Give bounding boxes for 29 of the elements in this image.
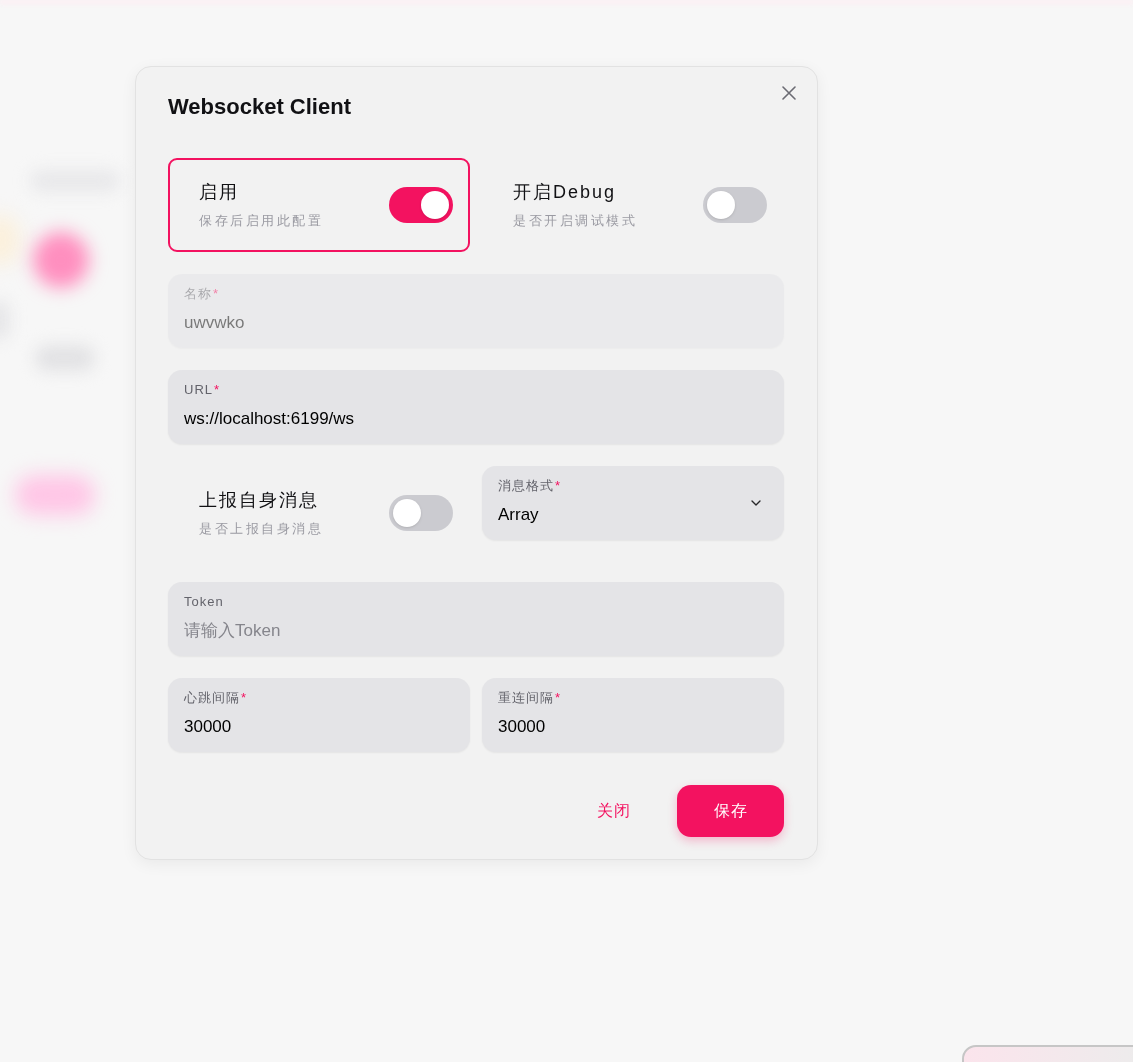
value-input[interactable]: ws://localhost:6199/ws xyxy=(184,405,768,433)
value-input[interactable]: 请输入Token xyxy=(184,617,768,645)
value-input[interactable]: 30000 xyxy=(184,713,454,741)
setting-description: 保存后启用此配置 xyxy=(199,212,323,230)
setting-title: 开启Debug xyxy=(513,181,618,204)
text-field[interactable]: URL* ws://localhost:6199/ws xyxy=(168,370,784,444)
value-input[interactable]: 30000 xyxy=(498,713,768,741)
text-field[interactable]: 重连间隔* 30000 xyxy=(482,678,784,752)
field-label: 消息格式* xyxy=(498,477,562,495)
select-value: Array xyxy=(498,504,540,526)
setting-description: 是否上报自身消息 xyxy=(199,520,323,538)
close-icon xyxy=(782,86,796,100)
select-field[interactable]: 消息格式* Array xyxy=(482,466,784,540)
setting-description: 是否开启调试模式 xyxy=(513,212,637,230)
save-button[interactable]: 保存 xyxy=(677,785,784,837)
field-label: 心跳间隔* xyxy=(184,689,249,707)
field-label: Token xyxy=(184,593,225,611)
dialog-title: Websocket Client xyxy=(168,93,351,121)
text-field[interactable]: 心跳间隔* 30000 xyxy=(168,678,470,752)
toggle-switch[interactable] xyxy=(703,187,767,223)
toggle-switch[interactable] xyxy=(389,495,453,531)
close-text-button[interactable]: 关闭 xyxy=(576,785,652,837)
setting-title: 上报自身消息 xyxy=(199,489,320,512)
setting-title: 启用 xyxy=(199,181,240,204)
text-field[interactable]: Token 请输入Token xyxy=(168,582,784,656)
field-label: 重连间隔* xyxy=(498,689,563,707)
field-label: URL* xyxy=(184,381,222,399)
toggle-switch[interactable] xyxy=(389,187,453,223)
field-label: 名称* xyxy=(184,285,221,303)
